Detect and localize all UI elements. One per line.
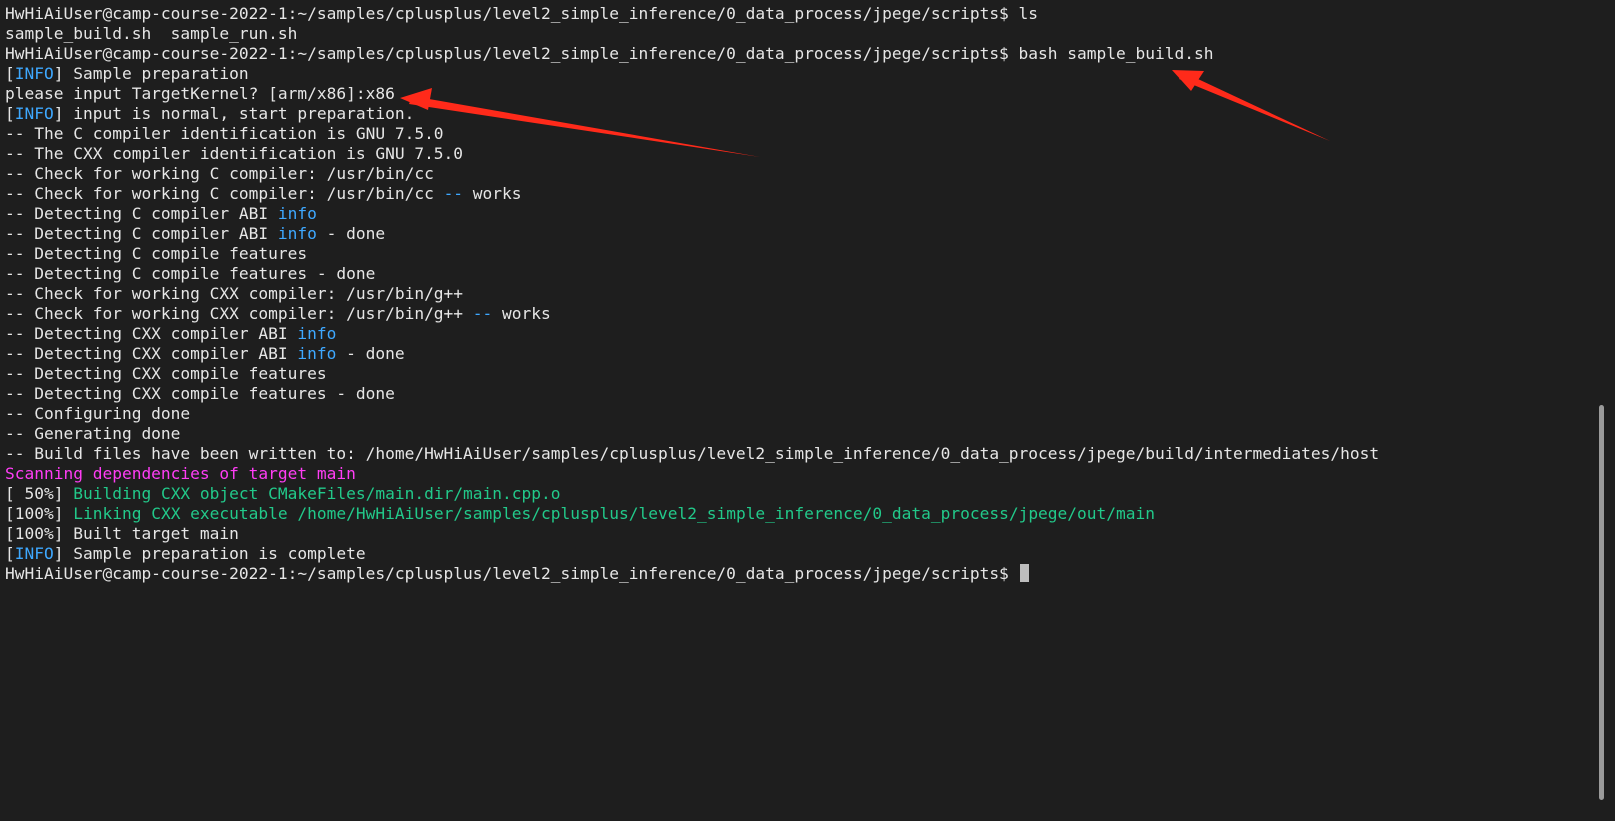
terminal-text-segment: [100%] — [5, 504, 74, 523]
terminal-text-segment: -- The C compiler identification is GNU … — [5, 124, 444, 143]
terminal-text-segment: -- Check for working C compiler: /usr/bi… — [5, 164, 434, 183]
terminal-line: -- The C compiler identification is GNU … — [5, 124, 1379, 144]
terminal-line: -- Build files have been written to: /ho… — [5, 444, 1379, 464]
terminal-text-segment: works — [492, 304, 551, 323]
terminal-text-segment: -- Check for working CXX compiler: /usr/… — [5, 284, 464, 303]
terminal-text-segment: -- Check for working C compiler: /usr/bi… — [5, 184, 444, 203]
terminal-line: -- Check for working C compiler: /usr/bi… — [5, 184, 1379, 204]
terminal-line: -- Generating done — [5, 424, 1379, 444]
terminal-line: -- Check for working CXX compiler: /usr/… — [5, 304, 1379, 324]
terminal-line: -- Detecting CXX compile features — [5, 364, 1379, 384]
terminal-text-segment: -- Detecting CXX compile features - done — [5, 384, 395, 403]
terminal-line: sample_build.sh sample_run.sh — [5, 24, 1379, 44]
terminal-line: -- Check for working C compiler: /usr/bi… — [5, 164, 1379, 184]
terminal-line: -- The CXX compiler identification is GN… — [5, 144, 1379, 164]
terminal-text-segment: info — [297, 324, 337, 343]
terminal-line: -- Detecting CXX compile features - done — [5, 384, 1379, 404]
terminal-text-segment: -- Generating done — [5, 424, 181, 443]
terminal-text-segment: ] Sample preparation — [53, 64, 249, 83]
terminal-line: Scanning dependencies of target main — [5, 464, 1379, 484]
terminal-output: HwHiAiUser@camp-course-2022-1:~/samples/… — [5, 4, 1379, 584]
terminal-text-segment: HwHiAiUser@camp-course-2022-1:~/samples/… — [5, 44, 1214, 63]
terminal-line: -- Check for working CXX compiler: /usr/… — [5, 284, 1379, 304]
terminal-text-segment: sample_build.sh sample_run.sh — [5, 24, 298, 43]
terminal-text-segment: INFO — [14, 104, 54, 123]
terminal-text-segment: -- Detecting C compile features — [5, 244, 308, 263]
terminal-text-segment: -- Detecting CXX compiler ABI — [5, 324, 298, 343]
scrollbar-thumb[interactable] — [1599, 405, 1604, 800]
terminal-text-segment: -- Check for working CXX compiler: /usr/… — [5, 304, 473, 323]
terminal-text-segment: [ 50%] — [5, 484, 74, 503]
terminal-text-segment: [100%] Built target main — [5, 524, 239, 543]
terminal-line: [INFO] input is normal, start preparatio… — [5, 104, 1379, 124]
terminal-text-segment: -- The CXX compiler identification is GN… — [5, 144, 464, 163]
terminal-text-segment: -- Detecting CXX compile features — [5, 364, 327, 383]
terminal-line: HwHiAiUser@camp-course-2022-1:~/samples/… — [5, 564, 1379, 584]
terminal-text-segment: [ — [5, 544, 15, 563]
terminal-window[interactable]: HwHiAiUser@camp-course-2022-1:~/samples/… — [0, 0, 1595, 821]
terminal-line: HwHiAiUser@camp-course-2022-1:~/samples/… — [5, 4, 1379, 24]
terminal-text-segment: Linking CXX executable /home/HwHiAiUser/… — [73, 504, 1156, 523]
terminal-text-segment: -- Detecting CXX compiler ABI — [5, 344, 298, 363]
terminal-line: -- Detecting CXX compiler ABI info - don… — [5, 344, 1379, 364]
terminal-line: [100%] Linking CXX executable /home/HwHi… — [5, 504, 1379, 524]
terminal-text-segment: -- Configuring done — [5, 404, 191, 423]
terminal-text-segment: ] input is normal, start preparation. — [53, 104, 415, 123]
terminal-line: -- Detecting C compiler ABI info — [5, 204, 1379, 224]
terminal-text-segment: -- Detecting C compile features - done — [5, 264, 376, 283]
terminal-text-segment: - done — [336, 344, 405, 363]
terminal-text-segment: -- Detecting C compiler ABI — [5, 204, 278, 223]
terminal-text-segment: please input TargetKernel? [arm/x86]:x86 — [5, 84, 395, 103]
terminal-line: HwHiAiUser@camp-course-2022-1:~/samples/… — [5, 44, 1379, 64]
terminal-text-segment: -- — [443, 184, 464, 203]
terminal-text-segment: info — [297, 344, 337, 363]
terminal-text-segment: works — [463, 184, 522, 203]
terminal-text-segment: -- Build files have been written to: /ho… — [5, 444, 1380, 463]
terminal-cursor — [1019, 564, 1029, 582]
terminal-line: -- Detecting C compile features - done — [5, 264, 1379, 284]
terminal-scrollbar[interactable] — [1595, 0, 1615, 821]
terminal-line: -- Configuring done — [5, 404, 1379, 424]
terminal-line: -- Detecting CXX compiler ABI info — [5, 324, 1379, 344]
terminal-text-segment: -- — [472, 304, 493, 323]
terminal-text-segment: INFO — [14, 544, 54, 563]
terminal-text-segment: HwHiAiUser@camp-course-2022-1:~/samples/… — [5, 4, 1039, 23]
terminal-text-segment: Scanning dependencies of target main — [5, 464, 356, 483]
terminal-line: -- Detecting C compile features — [5, 244, 1379, 264]
terminal-line: [INFO] Sample preparation — [5, 64, 1379, 84]
terminal-text-segment: [ — [5, 64, 15, 83]
terminal-line: [100%] Built target main — [5, 524, 1379, 544]
terminal-line: [ 50%] Building CXX object CMakeFiles/ma… — [5, 484, 1379, 504]
terminal-text-segment: ] Sample preparation is complete — [53, 544, 366, 563]
terminal-line: [INFO] Sample preparation is complete — [5, 544, 1379, 564]
terminal-text-segment: info — [277, 204, 317, 223]
terminal-text-segment: [ — [5, 104, 15, 123]
terminal-line: please input TargetKernel? [arm/x86]:x86 — [5, 84, 1379, 104]
terminal-text-segment: - done — [316, 224, 386, 243]
terminal-line: -- Detecting C compiler ABI info - done — [5, 224, 1379, 244]
terminal-text-segment: info — [277, 224, 317, 243]
terminal-text-segment: Building CXX object CMakeFiles/main.dir/… — [73, 484, 561, 503]
terminal-text-segment: INFO — [14, 64, 54, 83]
terminal-text-segment: -- Detecting C compiler ABI — [5, 224, 278, 243]
terminal-text-segment: HwHiAiUser@camp-course-2022-1:~/samples/… — [5, 564, 1019, 583]
